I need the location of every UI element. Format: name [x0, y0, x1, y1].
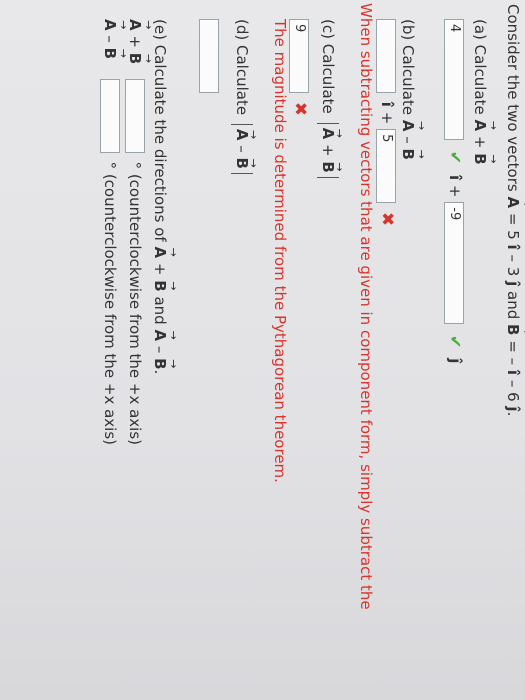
part-d-answer-row	[199, 19, 219, 93]
part-c-input[interactable]: 9	[289, 19, 310, 93]
part-b-answer-row: î + 5 ✖	[376, 19, 397, 227]
part-b-heading: (b) Calculate A – B	[399, 19, 417, 160]
part-c-heading: (c) Calculate A + B	[317, 19, 339, 178]
part-e-row-sum: A + B ° (counterclockwise from the +x ax…	[125, 19, 145, 445]
vector-b-symbol: B	[504, 324, 522, 335]
part-e-heading: (e) Calculate the directions of A + B an…	[151, 19, 169, 374]
magnitude-a-plus-b: A + B	[317, 122, 339, 178]
part-b-y-input[interactable]: 5	[376, 129, 397, 204]
part-a-y-correct-icon: ✔	[446, 335, 465, 349]
problem-statement: Consider the two vectors A = 5 î – 3 ĵ a…	[504, 4, 522, 416]
part-e-sum-direction-input[interactable]	[125, 78, 145, 153]
part-a-y-input[interactable]: -9	[444, 202, 465, 325]
question-page: Consider the two vectors A = 5 î – 3 ĵ a…	[0, 0, 525, 700]
part-b-incorrect-icon: ✖	[377, 211, 397, 227]
magnitude-a-minus-b: A – B	[231, 123, 253, 174]
part-a-x-correct-icon: ✔	[446, 150, 465, 165]
part-a-heading: (a) Calculate A + B	[471, 19, 489, 165]
part-e-row-difference: A – B ° (counterclockwise from the +x ax…	[100, 19, 120, 445]
vector-a-symbol: A	[504, 196, 522, 208]
part-d-heading: (d) Calculate A – B	[231, 19, 253, 174]
part-b-feedback: When subtracting vectors that are given …	[357, 3, 375, 610]
part-c-feedback: The magnitude is determined from the Pyt…	[271, 19, 289, 483]
part-c-answer-row: 9 ✖	[289, 19, 310, 117]
part-a-x-input[interactable]: 4	[444, 19, 465, 140]
part-d-input[interactable]	[199, 19, 219, 93]
part-b-x-input[interactable]	[376, 19, 397, 93]
part-a-answer-row: 4 ✔ î + -9 ✔ ĵ	[444, 19, 465, 363]
part-e-difference-direction-input[interactable]	[100, 78, 120, 153]
part-c-incorrect-icon: ✖	[290, 101, 310, 117]
